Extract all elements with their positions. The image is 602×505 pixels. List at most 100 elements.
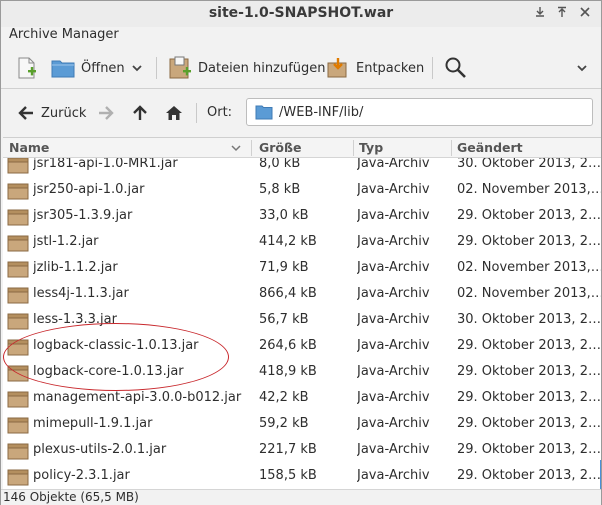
file-modified: 02. November 2013,…	[457, 182, 601, 197]
jar-archive-icon	[7, 235, 29, 252]
file-name: management-api-3.0.0-b012.jar	[33, 390, 242, 405]
file-name: jstl-1.2.jar	[33, 234, 99, 249]
file-size: 414,2 kB	[259, 234, 317, 249]
file-type: Java-Archiv	[357, 158, 430, 171]
file-type: Java-Archiv	[357, 182, 430, 197]
file-name: logback-classic-1.0.13.jar	[33, 338, 199, 353]
table-row[interactable]: plexus-utils-2.0.1.jar 221,7 kB Java-Archi…	[3, 438, 601, 464]
table-row[interactable]: jzlib-1.1.2.jar 71,9 kB Java-Archiv 02. Nov…	[3, 256, 601, 282]
add-files-button[interactable]: Dateien hinzufügen	[168, 55, 326, 81]
jar-archive-icon	[7, 209, 29, 226]
maximize-icon	[558, 6, 566, 17]
open-button[interactable]: Öffnen	[51, 55, 125, 81]
scrollbar-thumb[interactable]	[600, 460, 601, 489]
file-modified: 02. November 2013,…	[457, 260, 601, 275]
file-name: less4j-1.1.3.jar	[33, 286, 129, 301]
open-label: Öffnen	[81, 60, 125, 76]
window-title: site-1.0-SNAPSHOT.war	[208, 5, 394, 21]
location-field[interactable]: /WEB-INF/lib/	[246, 98, 593, 126]
chevron-down-icon	[132, 65, 142, 72]
file-name: mimepull-1.9.1.jar	[33, 416, 153, 431]
file-type: Java-Archiv	[357, 390, 430, 405]
file-size: 418,9 kB	[259, 364, 317, 379]
table-row[interactable]: jstl-1.2.jar 414,2 kB Java-Archiv 29. Oktob…	[3, 230, 601, 256]
table-row[interactable]: jsr250-api-1.0.jar 5,8 kB Java-Archiv 02. N…	[3, 178, 601, 204]
table-row[interactable]: logback-core-1.0.13.jar 418,9 kB Java-Arch…	[3, 360, 601, 386]
location-path: /WEB-INF/lib/	[279, 104, 364, 120]
up-button[interactable]	[131, 103, 149, 123]
file-name: jsr181-api-1.0-MR1.jar	[33, 158, 178, 171]
file-modified: 30. Oktober 2013, 2…	[457, 312, 601, 327]
table-row[interactable]: less4j-1.1.3.jar 866,4 kB Java-Archiv 02. N…	[3, 282, 601, 308]
file-modified: 29. Oktober 2013, 2…	[457, 364, 601, 379]
back-button[interactable]: Zurück	[17, 103, 86, 123]
file-type: Java-Archiv	[357, 260, 430, 275]
folder-icon	[51, 60, 75, 78]
file-rows: jsr181-api-1.0-MR1.jar 8,0 kB Java-Archiv 3…	[3, 158, 601, 489]
column-type-header[interactable]: Typ	[359, 140, 383, 155]
title-bar: site-1.0-SNAPSHOT.war	[1, 1, 601, 27]
home-button[interactable]	[165, 103, 183, 123]
status-summary: 146 Objekte (65,5 MB)	[3, 490, 139, 504]
file-type: Java-Archiv	[357, 364, 430, 379]
file-modified: 29. Oktober 2013, 2…	[457, 208, 601, 223]
table-row[interactable]: jsr181-api-1.0-MR1.jar 8,0 kB Java-Archiv 3…	[3, 158, 601, 178]
file-size: 5,8 kB	[259, 182, 301, 197]
column-name-header[interactable]: Name	[9, 140, 49, 155]
table-row[interactable]: jsr305-1.3.9.jar 33,0 kB Java-Archiv 29. Ok…	[3, 204, 601, 230]
jar-archive-icon	[7, 417, 29, 434]
toolbar-divider	[156, 57, 157, 79]
file-size: 158,5 kB	[259, 468, 317, 483]
file-name: jsr305-1.3.9.jar	[33, 208, 133, 223]
jar-archive-icon	[7, 365, 29, 382]
menu-archive-manager[interactable]: Archive Manager	[9, 27, 119, 42]
location-label: Ort:	[207, 105, 233, 120]
jar-archive-icon	[7, 158, 29, 174]
file-type: Java-Archiv	[357, 338, 430, 353]
minimize-button[interactable]	[531, 5, 549, 23]
column-size-header[interactable]: Größe	[259, 140, 301, 155]
file-modified: 29. Oktober 2013, 2…	[457, 390, 601, 405]
column-modified-header[interactable]: Geändert	[457, 140, 523, 155]
new-archive-button[interactable]	[15, 55, 39, 81]
table-row[interactable]: management-api-3.0.0-b012.jar 42,2 kB Java…	[3, 386, 601, 412]
list-header: Name Größe Typ Geändert	[3, 138, 601, 158]
search-icon	[445, 57, 466, 78]
archive-manager-window: site-1.0-SNAPSHOT.war Archive Manager Öf…	[0, 0, 602, 505]
minimize-icon	[536, 7, 544, 17]
search-button[interactable]	[444, 55, 468, 81]
table-row[interactable]: logback-classic-1.0.13.jar 264,6 kB Java-A…	[3, 334, 601, 360]
jar-archive-icon	[7, 261, 29, 278]
jar-archive-icon	[7, 443, 29, 460]
file-type: Java-Archiv	[357, 234, 430, 249]
menu-bar: Archive Manager	[1, 27, 601, 45]
arrow-right-icon	[99, 106, 114, 120]
folder-icon	[255, 105, 273, 120]
chevron-down-icon	[577, 65, 587, 72]
column-divider	[251, 140, 252, 156]
table-row[interactable]: mimepull-1.9.1.jar 59,2 kB Java-Archiv 29. …	[3, 412, 601, 438]
file-size: 8,0 kB	[259, 158, 301, 171]
forward-button[interactable]	[97, 103, 115, 123]
add-files-icon	[169, 56, 191, 79]
file-modified: 29. Oktober 2013, 2…	[457, 234, 601, 249]
file-list: Name Größe Typ Geändert jsr181-api-1.0-M…	[3, 137, 601, 489]
table-row[interactable]: less-1.3.3.jar 56,7 kB Java-Archiv 30. Okto…	[3, 308, 601, 334]
file-modified: 30. Oktober 2013, 2…	[457, 158, 601, 171]
add-files-label: Dateien hinzufügen	[198, 60, 326, 76]
toolbar-divider	[432, 57, 433, 79]
file-modified: 02. November 2013,…	[457, 286, 601, 301]
back-label: Zurück	[41, 105, 87, 121]
maximize-button[interactable]	[553, 5, 571, 23]
table-row[interactable]: policy-2.3.1.jar 158,5 kB Java-Archiv 29. O…	[3, 464, 601, 489]
open-dropdown-button[interactable]	[131, 55, 143, 81]
menu-dropdown-button[interactable]	[576, 55, 588, 81]
column-divider	[353, 140, 354, 156]
close-icon	[580, 7, 590, 17]
arrow-left-icon	[18, 106, 33, 120]
file-size: 59,2 kB	[259, 416, 309, 431]
extract-button[interactable]: Entpacken	[326, 55, 424, 81]
file-size: 33,0 kB	[259, 208, 309, 223]
file-name: policy-2.3.1.jar	[33, 468, 130, 483]
close-button[interactable]	[576, 5, 594, 23]
